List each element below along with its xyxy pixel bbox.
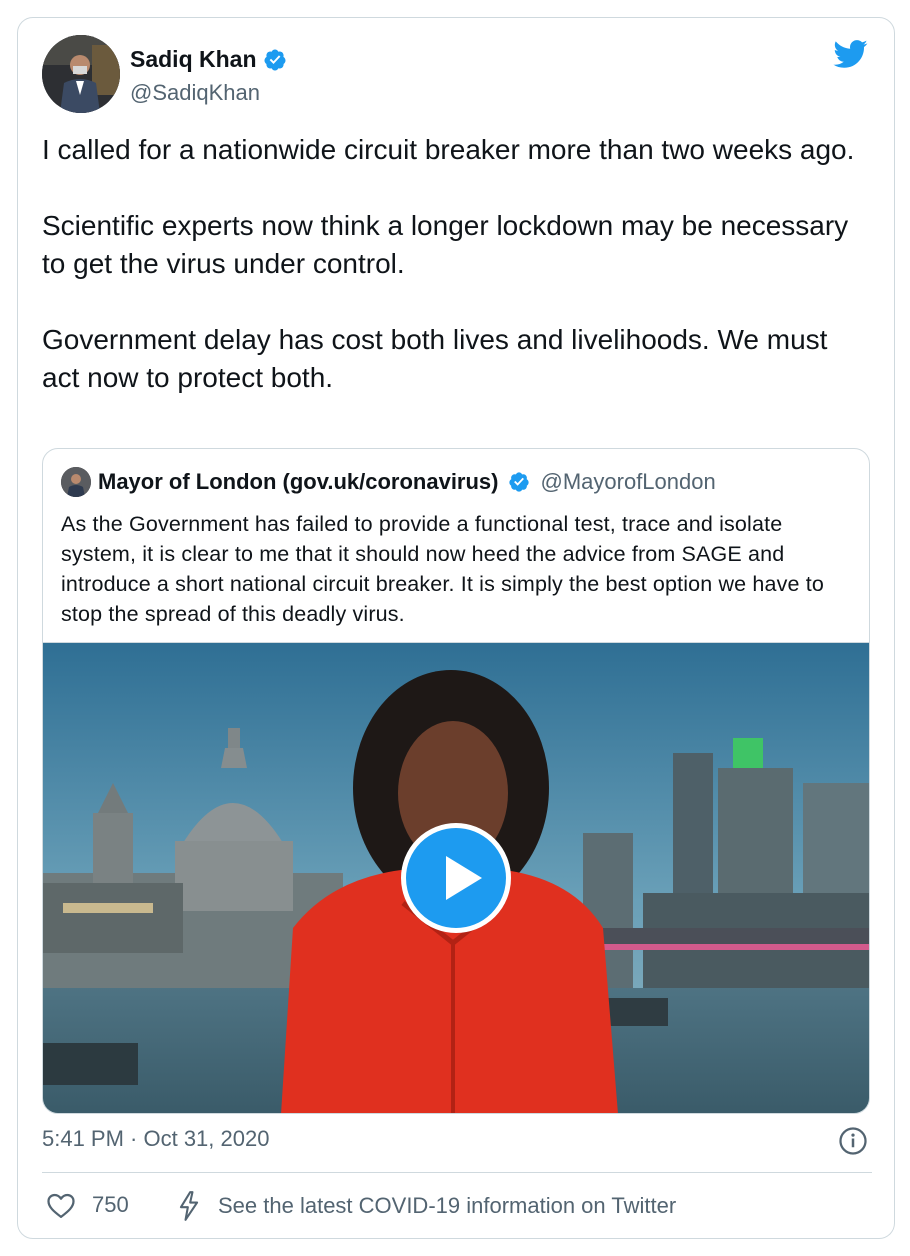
tweet-text: I called for a nationwide circuit breake… [42, 131, 872, 397]
tweet-timestamp[interactable]: 5:41 PM · Oct 31, 2020 [42, 1126, 269, 1152]
verified-badge-icon [264, 49, 286, 70]
divider [42, 1172, 872, 1173]
tweet-paragraph: Scientific experts now think a longer lo… [42, 210, 849, 279]
author-name-row[interactable]: Sadiq Khan [130, 46, 287, 73]
covid-info-link[interactable]: See the latest COVID-19 information on T… [176, 1191, 676, 1221]
play-icon [446, 856, 482, 900]
quoted-tweet-header: Mayor of London (gov.uk/coronavirus) @Ma… [61, 467, 716, 497]
like-count: 750 [92, 1192, 129, 1217]
play-button[interactable] [401, 823, 511, 933]
avatar-image [42, 35, 120, 113]
quoted-author-name: Mayor of London (gov.uk/coronavirus) [98, 469, 499, 494]
twitter-bird-icon[interactable] [832, 38, 868, 70]
quoted-author-handle: @MayorofLondon [540, 469, 716, 494]
quoted-author-avatar [61, 467, 91, 497]
covid-info-text: See the latest COVID-19 information on T… [218, 1193, 677, 1218]
heart-icon [47, 1193, 75, 1218]
author-avatar[interactable] [42, 35, 120, 113]
quoted-tweet[interactable]: Mayor of London (gov.uk/coronavirus) @Ma… [42, 448, 870, 1114]
like-button[interactable]: 750 [46, 1191, 129, 1219]
info-icon[interactable] [838, 1126, 868, 1156]
verified-badge-icon [508, 472, 529, 492]
tweet-paragraph: I called for a nationwide circuit breake… [42, 134, 855, 165]
tweet-paragraph: Government delay has cost both lives and… [42, 324, 828, 393]
quoted-tweet-text: As the Government has failed to provide … [61, 512, 824, 626]
author-display-name[interactable]: Sadiq Khan [130, 46, 257, 73]
author-handle[interactable]: @SadiqKhan [130, 80, 260, 106]
tweet-card: Sadiq Khan @SadiqKhan I called for a nat… [17, 17, 895, 1239]
lightning-bolt-icon [179, 1191, 199, 1221]
video-player[interactable] [43, 642, 869, 1113]
